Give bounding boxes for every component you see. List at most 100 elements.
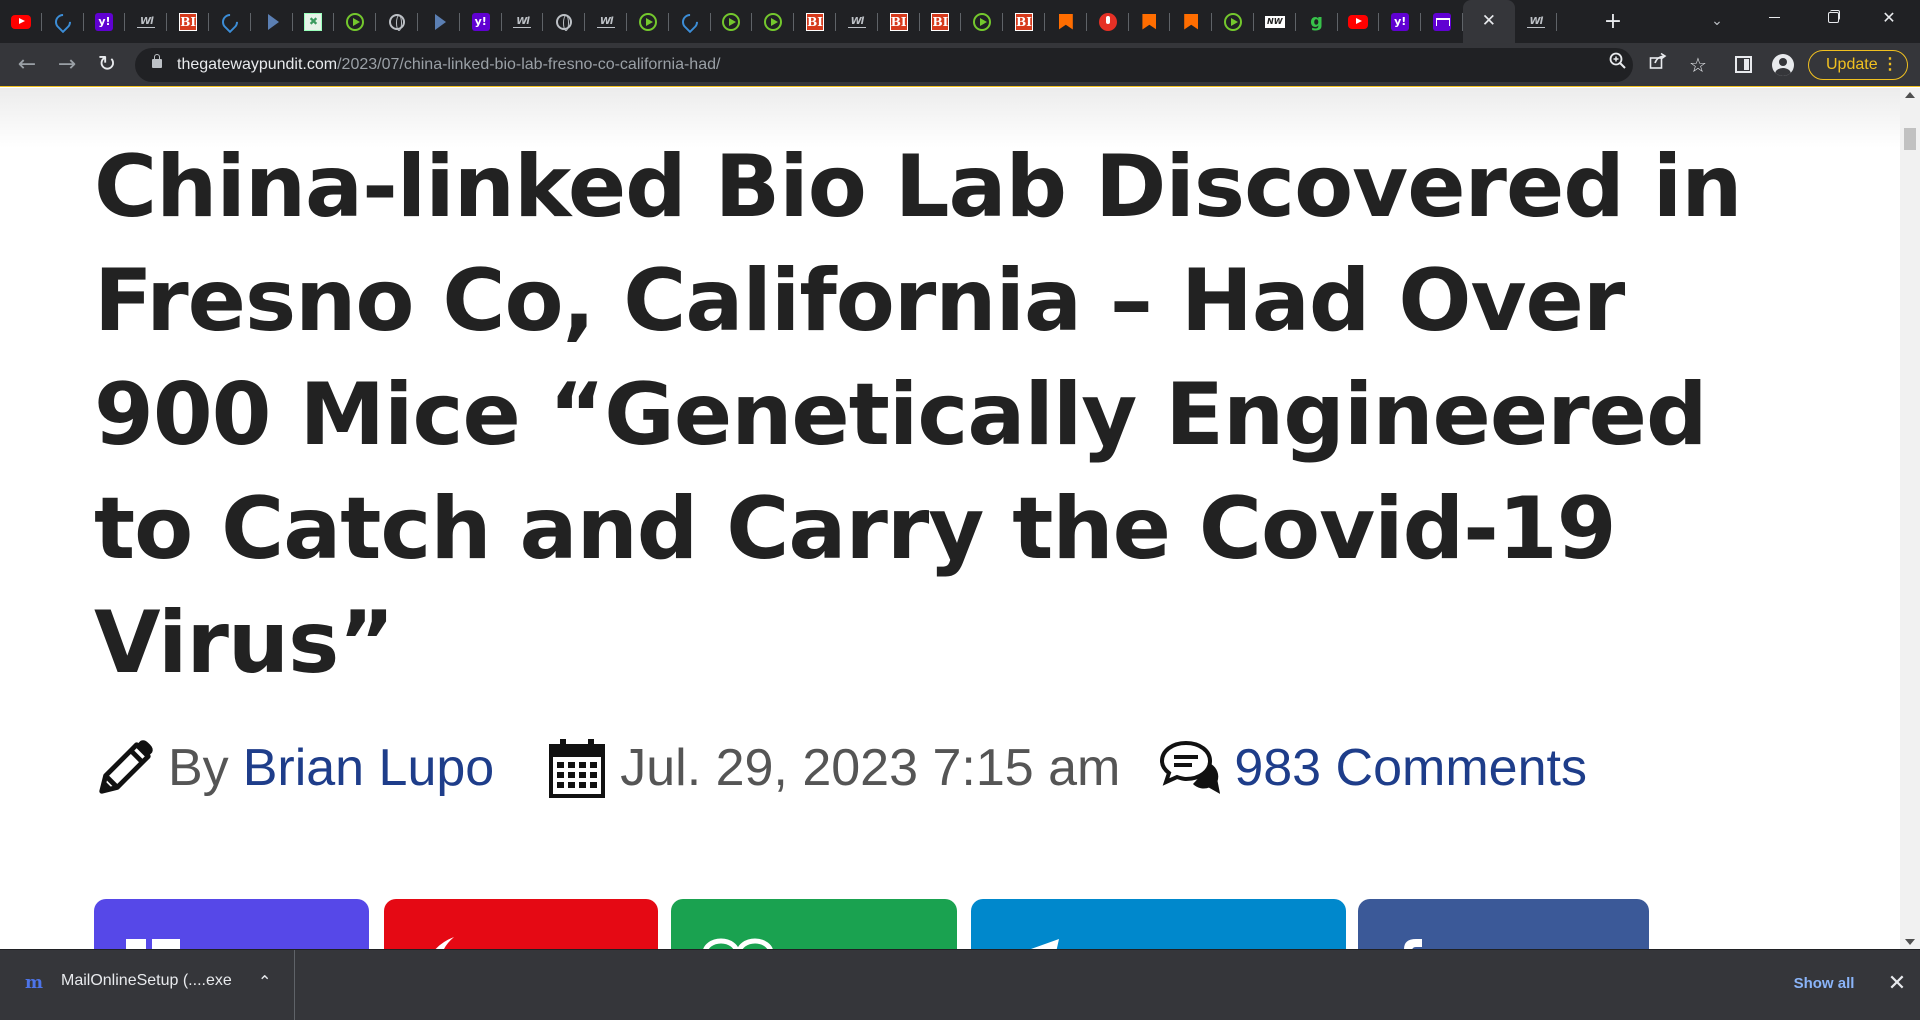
share-button-gettr[interactable]	[671, 899, 957, 949]
wl-icon: Wl	[847, 15, 866, 28]
download-shelf: m MailOnlineSetup (....exe ⌃ Show all ✕	[0, 949, 1920, 1020]
globe-icon	[556, 13, 573, 31]
tab[interactable]	[1087, 0, 1129, 43]
tab[interactable]	[1421, 0, 1463, 43]
forward-button[interactable]: →	[51, 49, 83, 81]
window-restore-button[interactable]	[1810, 0, 1856, 36]
tab[interactable]	[209, 0, 251, 43]
bi-icon: BI	[931, 12, 950, 31]
tab[interactable]: BI	[920, 0, 962, 43]
tab[interactable]: BI	[878, 0, 920, 43]
tab[interactable]	[376, 0, 418, 43]
youtube-icon	[10, 14, 31, 29]
rumble-icon	[973, 12, 992, 31]
tab[interactable]: BI	[167, 0, 209, 43]
tab[interactable]	[1045, 0, 1087, 43]
tab[interactable]	[752, 0, 795, 43]
share-button-telegram[interactable]	[971, 899, 1346, 949]
arrow-icon	[268, 13, 280, 30]
share-button-gab[interactable]	[384, 899, 658, 949]
rumble-icon	[346, 12, 365, 31]
comments-link[interactable]: 983 Comments	[1234, 738, 1587, 798]
tab[interactable]: Wl	[585, 0, 627, 43]
lock-icon[interactable]	[152, 54, 162, 68]
share-icon[interactable]	[1643, 48, 1673, 82]
tab[interactable]	[669, 0, 711, 43]
tab-active[interactable]: ✕	[1462, 0, 1515, 43]
gab-icon	[435, 937, 454, 949]
podcast-icon	[1098, 12, 1117, 31]
scrollbar-thumb[interactable]	[1904, 128, 1916, 150]
tab[interactable]	[1129, 0, 1171, 43]
show-all-downloads-button[interactable]: Show all	[1780, 962, 1868, 1006]
address-bar[interactable]: thegatewaypundit.com/2023/07/china-linke…	[135, 48, 1707, 82]
arrow-right-icon: →	[57, 52, 77, 77]
close-icon[interactable]: ✕	[1482, 13, 1496, 30]
tab[interactable]: Wl	[836, 0, 878, 43]
tab[interactable]: BI	[1003, 0, 1045, 43]
tab[interactable]	[711, 0, 753, 43]
globe-icon	[389, 13, 406, 31]
tab-search-button[interactable]: ⌄	[1704, 8, 1730, 34]
close-download-shelf-button[interactable]: ✕	[1882, 962, 1912, 1006]
scroll-up-arrow-icon[interactable]	[1905, 92, 1915, 98]
tab[interactable]: Wl	[1515, 0, 1557, 43]
by-label: By	[168, 739, 229, 797]
rumble-icon	[638, 12, 657, 31]
tab[interactable]	[961, 0, 1004, 43]
tab[interactable]	[0, 0, 42, 43]
bi-icon: BI	[806, 12, 825, 31]
tab[interactable]	[334, 0, 377, 43]
shield-icon	[51, 10, 75, 33]
tab[interactable]	[1170, 0, 1213, 43]
pencil-icon	[99, 740, 153, 794]
tab[interactable]: BI	[794, 0, 836, 43]
share-button-email[interactable]	[94, 899, 369, 949]
email-icon	[126, 939, 180, 949]
bookmark-star-icon[interactable]: ☆	[1683, 48, 1713, 82]
bookmark-icon	[1184, 13, 1199, 30]
rumble-icon	[722, 12, 741, 31]
url-text[interactable]: thegatewaypundit.com/2023/07/china-linke…	[177, 48, 720, 82]
window-minimize-button[interactable]	[1752, 0, 1798, 36]
shield-icon	[678, 10, 701, 33]
tab[interactable]: Wl	[125, 0, 168, 43]
scrollbar[interactable]	[1900, 88, 1920, 949]
download-file-name: MailOnlineSetup (....exe	[61, 972, 232, 989]
window-close-button[interactable]: ✕	[1866, 0, 1912, 36]
share-button-facebook[interactable]	[1358, 899, 1649, 949]
tab[interactable]	[293, 0, 335, 43]
profile-avatar-icon[interactable]	[1772, 54, 1794, 76]
tab[interactable]: y!	[460, 0, 502, 43]
zoom-icon[interactable]	[1603, 48, 1633, 82]
article-headline: China-linked Bio Lab Discovered in Fresn…	[94, 137, 1743, 693]
tab[interactable]	[251, 0, 293, 43]
tab[interactable]: NW	[1254, 0, 1296, 43]
chevron-up-icon[interactable]: ⌃	[258, 972, 271, 991]
tab[interactable]	[418, 0, 460, 43]
scroll-down-arrow-icon[interactable]	[1905, 939, 1915, 945]
back-button[interactable]: ←	[11, 49, 43, 81]
new-tab-button[interactable]: +	[1600, 9, 1626, 35]
tab[interactable]	[543, 0, 586, 43]
rumble-icon	[1224, 12, 1242, 31]
reload-button[interactable]: ↻	[91, 49, 123, 81]
tab[interactable]	[1212, 0, 1254, 43]
tab[interactable]: y!	[84, 0, 126, 43]
side-panel-icon[interactable]	[1735, 56, 1752, 73]
publish-date: Jul. 29, 2023 7:15 am	[620, 739, 1121, 797]
web-page: China-linked Bio Lab Discovered in Fresn…	[0, 88, 1900, 949]
bi-icon: BI	[889, 12, 908, 31]
tab[interactable]	[42, 0, 84, 43]
article-meta: By Brian Lupo Jul. 29, 2023 7:15 am 983 …	[94, 738, 1587, 798]
tab[interactable]	[1338, 0, 1380, 43]
update-button[interactable]: Update ⋮	[1808, 50, 1908, 80]
tab[interactable]: Wl	[502, 0, 544, 43]
author-link[interactable]: Brian Lupo	[243, 738, 495, 798]
tab[interactable]: y!	[1379, 0, 1422, 43]
close-icon: ✕	[1882, 8, 1896, 27]
download-item[interactable]: m MailOnlineSetup (....exe ⌃	[0, 950, 295, 1020]
wl-icon: Wl	[513, 15, 532, 28]
tab[interactable]: g	[1296, 0, 1338, 43]
tab[interactable]	[627, 0, 669, 43]
